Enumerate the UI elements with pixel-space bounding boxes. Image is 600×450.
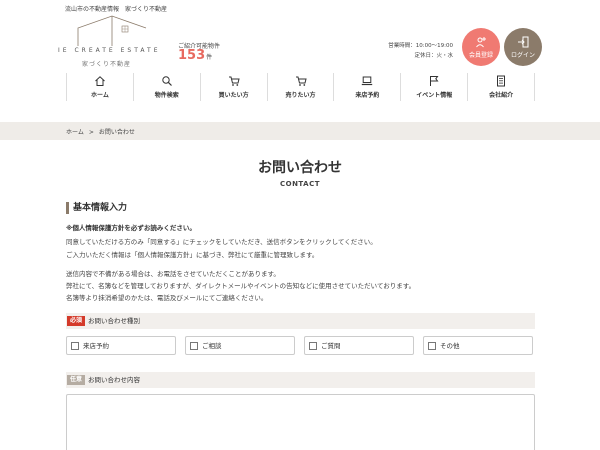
instruction-line: 名簿等より抹消希望のかたは、電話及びメールにてご連絡ください。 [66, 294, 268, 302]
nav-item-sell[interactable]: 売りたい方 [268, 73, 335, 101]
login-label: ログイン [510, 52, 535, 59]
property-count-value: 153 [178, 48, 206, 63]
inquiry-type-options: 来店予約 ご相談 ご質問 その他 [66, 336, 535, 355]
option-label: ご質問 [321, 342, 341, 350]
cart-icon [228, 76, 240, 86]
nav-label-buy: 買いたい方 [218, 92, 249, 99]
login-button[interactable]: ログイン [504, 28, 542, 66]
nav-item-search[interactable]: 物件検索 [134, 73, 201, 101]
breadcrumb-separator: > [88, 129, 94, 136]
option-label: 来店予約 [83, 342, 109, 350]
business-hours: 営業時間：10:00〜19:00 定休日：火・水 [388, 41, 453, 61]
option-question[interactable]: ご質問 [304, 336, 414, 355]
page-title: お問い合わせ [258, 160, 342, 176]
inquiry-type-header: 必須 お問い合わせ種別 [66, 313, 535, 329]
property-count-unit: 件 [206, 54, 213, 61]
option-visit-reservation[interactable]: 来店予約 [66, 336, 176, 355]
checkbox[interactable] [309, 342, 317, 350]
nav-item-home[interactable]: ホーム [67, 73, 134, 101]
nav-label-company: 会社紹介 [489, 92, 514, 99]
breadcrumb: ホーム > お問い合わせ [66, 127, 135, 136]
logo-english: IE CREATE ESTATE [58, 47, 161, 54]
holiday-line: 定休日：火・水 [414, 53, 453, 59]
inquiry-type-label: お問い合わせ種別 [88, 317, 140, 325]
option-label: ご相談 [202, 342, 222, 350]
nav-label-sell: 売りたい方 [285, 92, 316, 99]
register-button[interactable]: 会員登録 [462, 28, 500, 66]
login-icon [518, 36, 529, 48]
checkbox[interactable] [428, 342, 436, 350]
privacy-notice: ※個人情報保護方針を必ずお読みください。 [66, 224, 196, 232]
checkbox[interactable] [190, 342, 198, 350]
instruction-line: ご入力いただく情報は「個人情報保護方針」に基づき、弊社にて厳重に管理致します。 [66, 251, 319, 259]
option-label: その他 [440, 342, 460, 350]
cart-icon [295, 76, 307, 86]
nav-label-events: イベント情報 [416, 92, 453, 99]
site-logo[interactable]: IE CREATE ESTATE 家づくり不動産 [58, 14, 170, 68]
logo-japanese: 家づくり不動産 [82, 61, 132, 68]
search-icon [162, 76, 172, 86]
register-label: 会員登録 [468, 52, 493, 59]
breadcrumb-home-link[interactable]: ホーム [66, 129, 84, 136]
breadcrumb-current: お問い合わせ [98, 129, 135, 136]
nav-label-reservation: 来店予約 [355, 92, 380, 99]
document-icon [497, 75, 506, 87]
checkbox[interactable] [71, 342, 79, 350]
nav-label-home: ホーム [91, 92, 109, 99]
nav-item-company[interactable]: 会社紹介 [468, 73, 536, 101]
option-consultation[interactable]: ご相談 [185, 336, 295, 355]
nav-item-reservation[interactable]: 来店予約 [334, 73, 402, 101]
inquiry-content-header: 任意 お問い合わせ内容 [66, 372, 535, 388]
nav-item-events[interactable]: イベント情報 [401, 73, 469, 101]
breadcrumb-bar: ホーム > お問い合わせ [0, 122, 600, 140]
instruction-line: 弊社にて、名簿などを管理しておりますが、ダイレクトメールやイベントの告知などに使… [66, 282, 416, 290]
instruction-line: 同意していただける方のみ「同意する」にチェックをしていただき、送信ボタンをクリッ… [66, 238, 377, 246]
instruction-line: 送信内容で不備がある場合は、お電話をさせていただくことがあります。 [66, 270, 280, 278]
inquiry-content-textarea[interactable] [66, 394, 535, 450]
add-user-icon [476, 37, 486, 48]
required-badge: 必須 [67, 316, 86, 326]
main-nav: ホーム 物件検索 買いたい方 売りたい方 来店予約 イベント情報 会社紹介 [66, 73, 536, 101]
property-count: 153件 [178, 48, 212, 63]
option-other[interactable]: その他 [423, 336, 533, 355]
site-tagline: 流山市の不動産情報 家づくり不動産 [65, 6, 168, 13]
page-subtitle: CONTACT [279, 180, 320, 188]
nav-item-buy[interactable]: 買いたい方 [201, 73, 268, 101]
home-icon [95, 76, 105, 86]
optional-badge: 任意 [67, 375, 86, 385]
flag-icon [430, 76, 439, 86]
laptop-icon [362, 76, 373, 86]
hours-line: 営業時間：10:00〜19:00 [388, 43, 453, 49]
nav-label-search: 物件検索 [154, 92, 179, 99]
section-heading: 基本情報入力 [66, 202, 127, 214]
inquiry-content-label: お問い合わせ内容 [88, 376, 140, 384]
house-logo-icon [77, 15, 147, 46]
